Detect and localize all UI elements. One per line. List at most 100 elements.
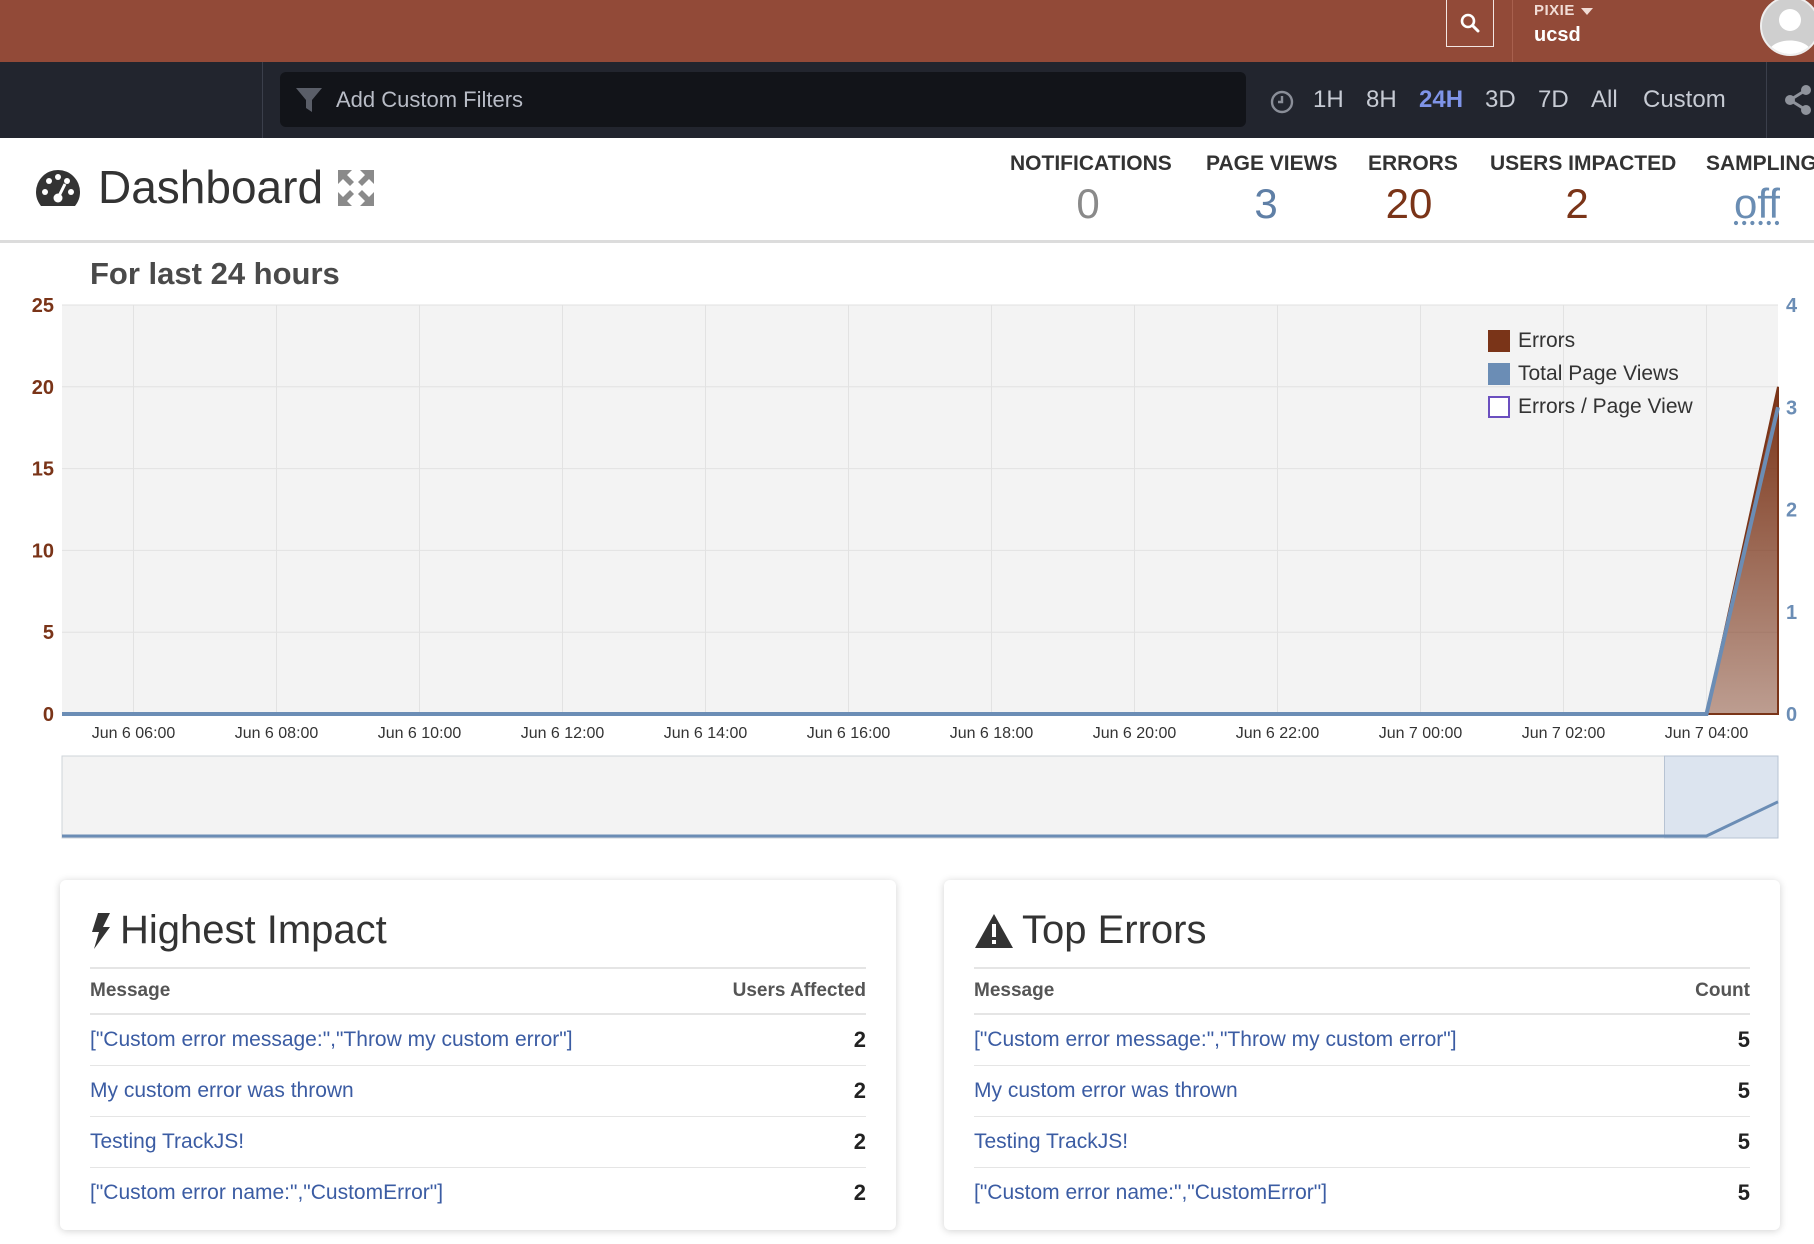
range-all[interactable]: All <box>1591 86 1618 114</box>
stat-users-impacted[interactable]: USERS IMPACTED 2 <box>1490 152 1676 228</box>
right-axis-tick-label: 1 <box>1786 602 1797 624</box>
top-errors-table: Message Count ["Custom error message:","… <box>974 967 1750 1218</box>
column-count: Count <box>1670 967 1750 1015</box>
right-axis-tick-label: 0 <box>1786 704 1797 726</box>
users-affected-count: 2 <box>697 1014 866 1066</box>
search-button[interactable] <box>1446 0 1494 47</box>
table-row[interactable]: ["Custom error name:","CustomError"] 5 <box>974 1168 1750 1219</box>
org-switcher-label: PIXIE <box>1534 2 1575 19</box>
chart-legend: Errors Total Page Views Errors / Page Vi… <box>1488 324 1693 423</box>
legend-label-errors: Errors <box>1518 328 1576 352</box>
x-axis-tick-label: Jun 6 10:00 <box>378 725 462 742</box>
range-8h[interactable]: 8H <box>1366 86 1397 114</box>
x-axis-tick-label: Jun 6 06:00 <box>92 725 176 742</box>
filter-bar-divider-right <box>1766 62 1767 138</box>
top-errors-title-text: Top Errors <box>1022 908 1207 952</box>
org-name[interactable]: ucsd <box>1534 24 1581 47</box>
custom-filter-placeholder: Add Custom Filters <box>336 86 524 112</box>
x-axis-tick-label: Jun 6 14:00 <box>664 725 748 742</box>
left-axis-tick-label: 25 <box>32 295 54 317</box>
custom-filter-input[interactable]: Add Custom Filters <box>280 72 1246 127</box>
range-1h[interactable]: 1H <box>1313 86 1344 114</box>
error-message-link[interactable]: My custom error was thrown <box>974 1065 1671 1117</box>
table-header-row: Message Count <box>974 967 1750 1015</box>
stat-page-views-value: 3 <box>1254 180 1278 227</box>
range-24h[interactable]: 24H <box>1419 86 1463 114</box>
error-count: 5 <box>1670 1116 1750 1168</box>
filter-bar-divider <box>262 62 263 138</box>
stat-sampling-label: SAMPLING <box>1706 152 1814 175</box>
error-message-link[interactable]: Testing TrackJS! <box>90 1116 698 1168</box>
table-row[interactable]: Testing TrackJS! 5 <box>974 1116 1750 1168</box>
org-switcher[interactable]: PIXIE <box>1534 2 1593 19</box>
error-count: 5 <box>1737 1180 1750 1205</box>
error-message-link[interactable]: Testing TrackJS! <box>974 1116 1671 1168</box>
expand-arrows-icon[interactable] <box>336 168 376 208</box>
right-axis-tick-label: 2 <box>1786 500 1797 522</box>
error-count: 5 <box>1670 1014 1750 1066</box>
funnel-icon <box>296 87 322 112</box>
stat-page-views[interactable]: PAGE VIEWS 3 <box>1206 152 1338 228</box>
stat-errors[interactable]: ERRORS 20 <box>1368 152 1458 228</box>
error-message-link[interactable]: ["Custom error name:","CustomError"] <box>974 1168 1671 1219</box>
left-axis-tick-label: 20 <box>32 377 54 399</box>
left-axis-tick-label: 0 <box>43 704 54 726</box>
error-message-link[interactable]: ["Custom error name:","CustomError"] <box>90 1168 698 1219</box>
dashboard-header: Dashboard NOTIFICATIONS 0 PAGE VIEWS 3 E… <box>0 138 1814 243</box>
legend-item-page-views[interactable]: Total Page Views <box>1488 357 1693 390</box>
top-errors-title: Top Errors <box>974 908 1207 953</box>
user-avatar[interactable] <box>1760 0 1814 56</box>
chart-navigator[interactable] <box>0 752 1814 840</box>
search-icon <box>1460 13 1480 33</box>
column-message: Message <box>90 967 698 1015</box>
user-avatar-icon <box>1762 0 1814 54</box>
table-row[interactable]: My custom error was thrown 5 <box>974 1065 1750 1117</box>
x-axis-tick-label: Jun 6 22:00 <box>1236 725 1320 742</box>
left-axis-tick-label: 5 <box>43 622 54 644</box>
legend-swatch-page-views <box>1488 362 1510 385</box>
warning-triangle-icon <box>975 913 1013 948</box>
navigator-selection <box>1664 755 1779 839</box>
chart-title: For last 24 hours <box>90 256 340 291</box>
stat-notifications-label: NOTIFICATIONS <box>1010 152 1172 175</box>
stat-page-views-label: PAGE VIEWS <box>1206 152 1338 175</box>
clock-icon <box>1270 90 1294 114</box>
table-row[interactable]: ["Custom error message:","Throw my custo… <box>90 1014 866 1066</box>
left-axis-tick-label: 15 <box>32 459 54 481</box>
table-row[interactable]: Testing TrackJS! 2 <box>90 1116 866 1168</box>
error-message-link[interactable]: ["Custom error message:","Throw my custo… <box>974 1014 1671 1066</box>
top-errors-panel: Top Errors Message Count ["Custom error … <box>944 880 1780 1230</box>
x-axis-tick-label: Jun 6 12:00 <box>521 725 605 742</box>
table-row[interactable]: ["Custom error name:","CustomError"] 2 <box>90 1168 866 1219</box>
filter-bar: Add Custom Filters 1H 8H 24H 3D 7D All C… <box>0 62 1814 138</box>
range-7d[interactable]: 7D <box>1538 86 1569 114</box>
table-row[interactable]: My custom error was thrown 2 <box>90 1065 866 1117</box>
error-count: 5 <box>1670 1065 1750 1117</box>
stat-sampling[interactable]: SAMPLING off <box>1706 152 1814 228</box>
column-users-affected: Users Affected <box>697 967 866 1015</box>
stat-users-impacted-value: 2 <box>1565 180 1589 227</box>
x-axis-tick-label: Jun 7 00:00 <box>1379 725 1463 742</box>
legend-item-errors[interactable]: Errors <box>1488 324 1693 357</box>
error-message-link[interactable]: ["Custom error message:","Throw my custo… <box>90 1014 698 1066</box>
highest-impact-title: Highest Impact <box>90 908 387 953</box>
x-axis-tick-label: Jun 6 18:00 <box>950 725 1034 742</box>
users-affected-count: 2 <box>853 1180 866 1205</box>
range-3d[interactable]: 3D <box>1485 86 1516 114</box>
range-custom[interactable]: Custom <box>1643 86 1726 114</box>
highest-impact-panel: Highest Impact Message Users Affected ["… <box>60 880 896 1230</box>
x-axis-tick-label: Jun 6 20:00 <box>1093 725 1177 742</box>
stat-sampling-value: off <box>1734 180 1780 227</box>
x-axis-tick-label: Jun 6 16:00 <box>807 725 891 742</box>
stat-notifications[interactable]: NOTIFICATIONS 0 <box>1010 152 1172 228</box>
stat-notifications-value: 0 <box>1076 180 1100 227</box>
lightning-bolt-icon <box>92 912 110 949</box>
left-axis-tick-label: 10 <box>32 540 54 562</box>
table-row[interactable]: ["Custom error message:","Throw my custo… <box>974 1014 1750 1066</box>
x-axis-tick-label: Jun 7 04:00 <box>1665 725 1749 742</box>
caret-down-icon <box>1580 7 1593 15</box>
legend-swatch-errors <box>1488 329 1510 352</box>
legend-item-errors-per-view[interactable]: Errors / Page View <box>1488 390 1693 423</box>
error-message-link[interactable]: My custom error was thrown <box>90 1065 698 1117</box>
share-icon[interactable] <box>1784 84 1814 116</box>
